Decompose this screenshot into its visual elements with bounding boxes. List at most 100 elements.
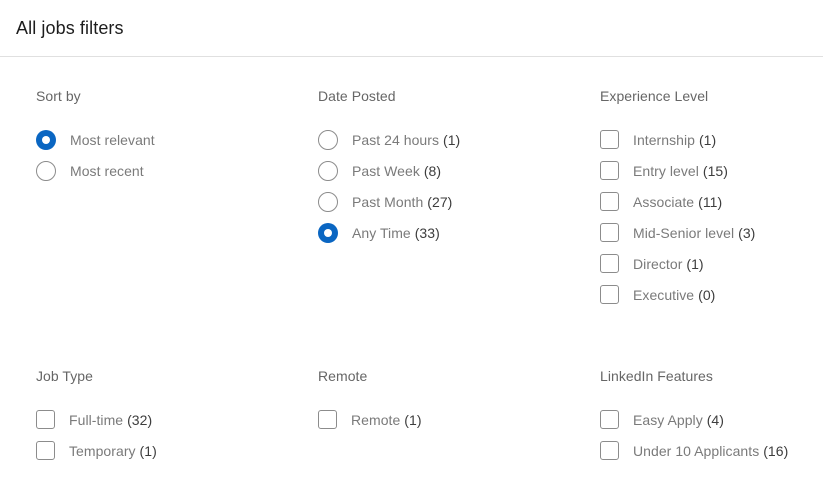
radio-icon-checked[interactable] [318,222,338,243]
option-label-text: Mid-Senior level [633,224,735,241]
option-label-text: Past Week [352,162,420,179]
option-list-linkedin-features: Easy Apply (4) Under 10 Applicants (16) [600,404,823,466]
option-associate[interactable]: Associate (11) [600,186,823,217]
filter-group-remote: Remote Remote (1) [282,367,564,435]
option-label: Under 10 Applicants (16) [633,442,788,460]
filter-row-top: Sort by Most relevant Most recent Date P… [0,87,823,310]
checkbox-icon[interactable] [600,410,619,429]
option-entry-level[interactable]: Entry level (15) [600,155,823,186]
option-count: (1) [698,131,717,148]
checkbox-icon[interactable] [36,410,55,429]
option-label: Most relevant [70,131,155,148]
option-label-text: Executive [633,286,695,303]
checkbox-icon[interactable] [600,441,619,460]
option-label: Full-time (32) [69,411,152,429]
option-count: (8) [423,162,442,179]
all-jobs-filters-modal: All jobs filters Sort by Most relevant M… [0,0,823,502]
radio-icon[interactable] [36,160,56,181]
option-label: Past Month (27) [352,193,452,211]
checkbox-icon[interactable] [318,410,337,429]
checkbox-icon[interactable] [600,285,619,304]
group-title-remote: Remote [318,368,368,384]
option-any-time[interactable]: Any Time (33) [318,217,564,248]
modal-header: All jobs filters [0,0,823,57]
option-count: (1) [139,442,157,459]
checkbox-icon[interactable] [600,192,619,211]
option-label: Entry level (15) [633,162,728,180]
filter-group-linkedin-features: LinkedIn Features Easy Apply (4) Under 1… [564,367,823,466]
group-title-experience-level: Experience Level [600,88,709,104]
checkbox-icon[interactable] [600,254,619,273]
option-temporary[interactable]: Temporary (1) [36,435,282,466]
checkbox-icon[interactable] [36,441,55,460]
option-label: Internship (1) [633,131,716,149]
option-label-text: Temporary [69,442,136,459]
group-title-date-posted: Date Posted [318,88,396,104]
radio-icon[interactable] [318,129,338,150]
group-title-sort-by: Sort by [36,88,81,104]
option-past-week[interactable]: Past Week (8) [318,155,564,186]
option-executive[interactable]: Executive (0) [600,279,823,310]
option-list-sort-by: Most relevant Most recent [36,124,282,186]
filters-body: Sort by Most relevant Most recent Date P… [0,57,823,466]
option-label: Mid-Senior level (3) [633,224,755,242]
option-label: Temporary (1) [69,442,157,460]
option-count: (3) [738,224,756,241]
option-label: Director (1) [633,255,704,273]
option-label-text: Past Month [352,193,424,210]
option-remote[interactable]: Remote (1) [318,404,564,435]
option-label: Executive (0) [633,286,715,304]
option-label: Past Week (8) [352,162,441,180]
option-label: Most recent [70,162,144,179]
option-full-time[interactable]: Full-time (32) [36,404,282,435]
option-past-month[interactable]: Past Month (27) [318,186,564,217]
option-list-date-posted: Past 24 hours (1) Past Week (8) Past Mon… [318,124,564,248]
checkbox-icon[interactable] [600,223,619,242]
group-title-job-type: Job Type [36,368,93,384]
option-label: Easy Apply (4) [633,411,724,429]
option-list-job-type: Full-time (32) Temporary (1) [36,404,282,466]
group-title-linkedin-features: LinkedIn Features [600,368,713,384]
option-count: (33) [414,224,440,241]
option-director[interactable]: Director (1) [600,248,823,279]
option-label-text: Full-time [69,411,124,428]
option-under-10-applicants[interactable]: Under 10 Applicants (16) [600,435,823,466]
option-count: (4) [706,411,724,428]
filter-group-experience-level: Experience Level Internship (1) Entry le… [564,87,823,310]
option-label-text: Past 24 hours [352,131,440,148]
radio-icon[interactable] [318,191,338,212]
option-internship[interactable]: Internship (1) [600,124,823,155]
option-mid-senior-level[interactable]: Mid-Senior level (3) [600,217,823,248]
option-count: (0) [698,286,716,303]
option-count: (27) [427,193,453,210]
option-label: Remote (1) [351,411,422,429]
page-title: All jobs filters [16,18,124,38]
filter-group-sort-by: Sort by Most relevant Most recent [0,87,282,186]
checkbox-icon[interactable] [600,161,619,180]
option-count: (32) [127,411,153,428]
option-label-text: Director [633,255,683,272]
option-label-text: Easy Apply [633,411,703,428]
checkbox-icon[interactable] [600,130,619,149]
filter-group-date-posted: Date Posted Past 24 hours (1) Past Week … [282,87,564,248]
radio-icon[interactable] [318,160,338,181]
option-label-text: Internship [633,131,695,148]
option-count: (11) [698,193,723,210]
option-count: (15) [702,162,728,179]
option-count: (1) [404,411,422,428]
option-label-text: Entry level [633,162,699,179]
option-most-relevant[interactable]: Most relevant [36,124,282,155]
option-count: (1) [686,255,704,272]
option-easy-apply[interactable]: Easy Apply (4) [600,404,823,435]
option-label-text: Any Time [352,224,411,241]
filter-row-bottom: Job Type Full-time (32) Temporary (1) Re… [0,367,823,466]
option-label-text: Associate [633,193,695,210]
radio-icon-checked[interactable] [36,129,56,150]
option-list-remote: Remote (1) [318,404,564,435]
option-most-recent[interactable]: Most recent [36,155,282,186]
option-label: Associate (11) [633,193,722,211]
option-count: (16) [763,442,789,459]
option-label: Past 24 hours (1) [352,131,460,149]
option-past-24-hours[interactable]: Past 24 hours (1) [318,124,564,155]
option-label-text: Under 10 Applicants [633,442,760,459]
